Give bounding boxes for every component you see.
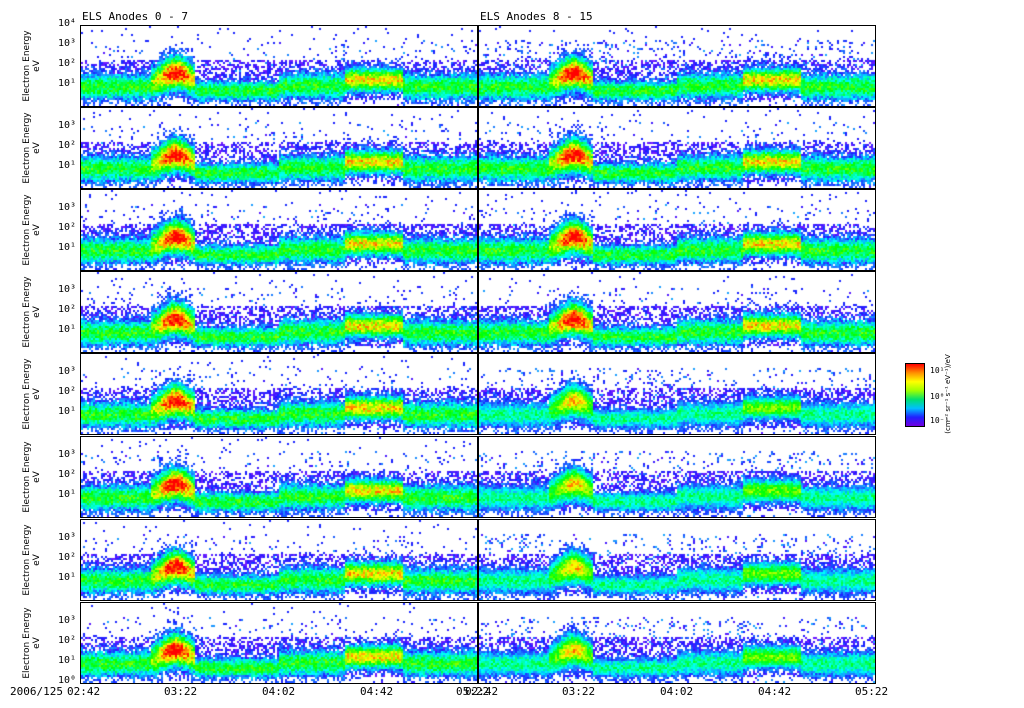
y-tick-label: 10³: [57, 284, 76, 295]
spectrogram-heatmap: [479, 108, 875, 188]
spectrogram-heatmap: [81, 603, 477, 683]
y-label-line1: Electron Energy: [22, 194, 32, 266]
y-label-line2: eV: [32, 142, 42, 154]
title-left: ELS Anodes 0 - 7: [82, 10, 188, 23]
spectrogram-panel-anode-4: [80, 353, 478, 435]
y-tick-label: 10³: [57, 615, 76, 626]
y-label-line1: Electron Energy: [22, 30, 32, 102]
spectrogram-panel-anode-7: [80, 602, 478, 684]
y-tick-label: 10²: [57, 58, 76, 69]
spectrogram-figure: ELS Anodes 0 - 7 ELS Anodes 8 - 15 Elect…: [0, 0, 1024, 708]
y-label-line2: eV: [32, 60, 42, 72]
spectrogram-panel-anode-2: [80, 189, 478, 271]
y-label-line2: eV: [32, 224, 42, 236]
spectrogram-heatmap: [479, 26, 875, 106]
spectrogram-heatmap: [479, 272, 875, 352]
y-tick-label: 10¹: [57, 489, 76, 500]
y-tick-label: 10²: [57, 552, 76, 563]
spectrogram-panel-anode-15: [478, 602, 876, 684]
y-tick-label: 10³: [57, 366, 76, 377]
y-axis-label: Electron Energy eV: [18, 189, 46, 271]
y-tick-label: 10³: [57, 38, 76, 49]
y-tick-label: 10¹: [57, 572, 76, 583]
y-label-line1: Electron Energy: [22, 276, 32, 348]
y-axis-label: Electron Energy eV: [18, 519, 46, 601]
colorbar: [905, 363, 925, 427]
spectrogram-heatmap: [479, 354, 875, 434]
y-tick-label: 10¹: [57, 655, 76, 666]
y-tick-label: 10²: [57, 140, 76, 151]
y-axis-label: Electron Energy eV: [18, 107, 46, 189]
y-label-line2: eV: [32, 471, 42, 483]
y-axis-label: Electron Energy eV: [18, 25, 46, 107]
x-tick-right-1: 03:22: [562, 685, 596, 698]
spectrogram-heatmap: [81, 520, 477, 600]
spectrogram-heatmap: [81, 190, 477, 270]
spectrogram-heatmap: [479, 437, 875, 517]
y-tick-label: 10¹: [57, 324, 76, 335]
spectrogram-heatmap: [81, 26, 477, 106]
y-label-line1: Electron Energy: [22, 524, 32, 596]
colorbar-label: (cm⁻² sr⁻¹ s⁻¹ eV⁻¹)/eV: [944, 354, 952, 434]
spectrogram-panel-anode-0: [80, 25, 478, 107]
x-tick-right-4: 05:22: [855, 685, 889, 698]
y-label-line2: eV: [32, 306, 42, 318]
x-tick-left-0: 02:42: [67, 685, 101, 698]
y-tick-label: 10³: [57, 120, 76, 131]
y-label-line1: Electron Energy: [22, 358, 32, 430]
y-tick-label: 10²: [57, 635, 76, 646]
spectrogram-panel-anode-8: [478, 25, 876, 107]
x-date-label: 2006/125: [10, 685, 63, 698]
y-axis-label: Electron Energy eV: [18, 436, 46, 518]
x-tick-left-3: 04:42: [360, 685, 394, 698]
y-tick-label: 10⁴: [57, 18, 76, 29]
y-tick-label: 10²: [57, 222, 76, 233]
y-tick-label: 10²: [57, 386, 76, 397]
spectrogram-heatmap: [479, 520, 875, 600]
spectrogram-heatmap: [81, 354, 477, 434]
spectrogram-panel-anode-14: [478, 519, 876, 601]
y-tick-label: 10¹: [57, 406, 76, 417]
spectrogram-heatmap: [479, 603, 875, 683]
spectrogram-heatmap: [81, 272, 477, 352]
y-label-line2: eV: [32, 637, 42, 649]
spectrogram-heatmap: [479, 190, 875, 270]
colorbar-tick-2: 10¹: [930, 366, 945, 375]
spectrogram-heatmap: [81, 437, 477, 517]
y-tick-label: 10³: [57, 532, 76, 543]
spectrogram-panel-anode-3: [80, 271, 478, 353]
y-label-line1: Electron Energy: [22, 112, 32, 184]
y-axis-label: Electron Energy eV: [18, 602, 46, 684]
y-tick-label: 10¹: [57, 160, 76, 171]
y-tick-label: 10²: [57, 469, 76, 480]
spectrogram-panel-anode-10: [478, 189, 876, 271]
spectrogram-panel-anode-11: [478, 271, 876, 353]
x-tick-right-2: 04:02: [660, 685, 694, 698]
spectrogram-panel-anode-6: [80, 519, 478, 601]
y-axis-label: Electron Energy eV: [18, 271, 46, 353]
colorbar-tick-1: 10⁰: [930, 392, 945, 401]
spectrogram-panel-anode-13: [478, 436, 876, 518]
spectrogram-panel-anode-1: [80, 107, 478, 189]
y-label-line2: eV: [32, 388, 42, 400]
spectrogram-panel-anode-12: [478, 353, 876, 435]
y-label-line1: Electron Energy: [22, 441, 32, 513]
y-tick-label: 10³: [57, 449, 76, 460]
x-tick-left-2: 04:02: [262, 685, 296, 698]
y-axis-label: Electron Energy eV: [18, 353, 46, 435]
spectrogram-heatmap: [81, 108, 477, 188]
y-tick-label: 10¹: [57, 242, 76, 253]
title-right: ELS Anodes 8 - 15: [480, 10, 593, 23]
y-label-line1: Electron Energy: [22, 607, 32, 679]
spectrogram-panel-anode-5: [80, 436, 478, 518]
x-tick-right-3: 04:42: [758, 685, 792, 698]
y-tick-label: 10²: [57, 304, 76, 315]
x-tick-left-1: 03:22: [164, 685, 198, 698]
x-tick-right-0: 02:42: [465, 685, 499, 698]
y-label-line2: eV: [32, 554, 42, 566]
y-tick-label: 10¹: [57, 78, 76, 89]
y-tick-label: 10³: [57, 202, 76, 213]
spectrogram-panel-anode-9: [478, 107, 876, 189]
